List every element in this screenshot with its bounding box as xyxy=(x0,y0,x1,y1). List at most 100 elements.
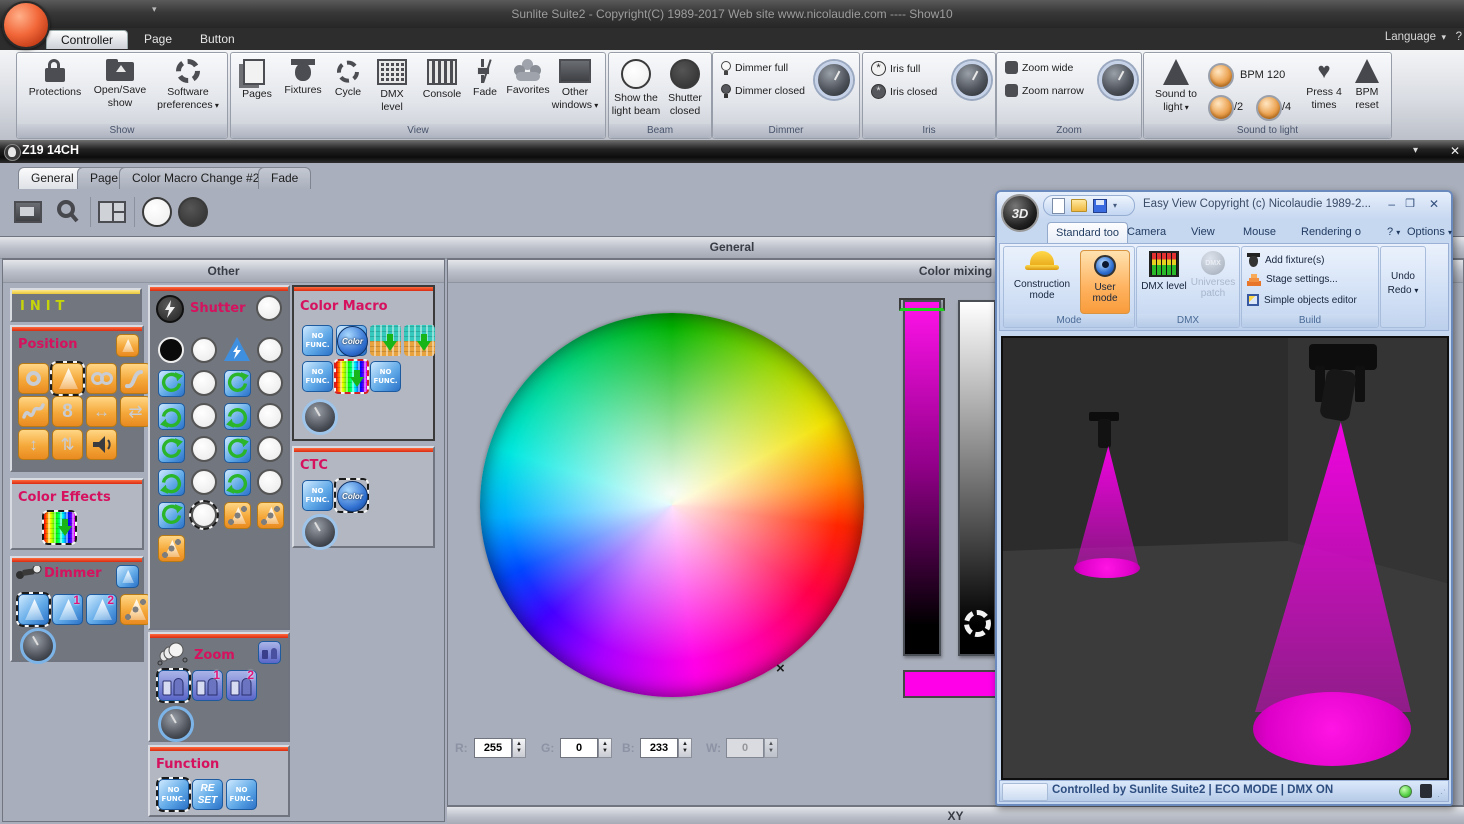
tab-color-macro-change[interactable]: Color Macro Change #2 xyxy=(119,167,273,189)
easy-view-tab-view[interactable]: View xyxy=(1183,222,1223,242)
layout-icon[interactable] xyxy=(98,201,126,223)
shutter-rotate-button[interactable] xyxy=(158,469,185,496)
color-macro-chart-button[interactable] xyxy=(370,325,401,356)
dimmer-section-knob[interactable] xyxy=(20,628,56,664)
bpm-reset-button[interactable]: BPM reset xyxy=(1346,59,1388,111)
ctc-no-func-button[interactable]: NO FUNC. xyxy=(302,480,333,511)
shutter-open-preset-button[interactable] xyxy=(191,337,217,363)
dimmer-preset-mini-button[interactable] xyxy=(116,565,139,588)
dimmer-full-button[interactable]: Dimmer full xyxy=(721,61,788,75)
color-macro-knob[interactable] xyxy=(302,399,338,435)
zoom-button-1[interactable]: 1 xyxy=(192,668,223,701)
shutter-open-preset-button[interactable] xyxy=(191,436,217,462)
shutter-open-preset-button[interactable] xyxy=(191,370,217,396)
press-4-times-button[interactable]: ♥ Press 4 times xyxy=(1300,59,1348,111)
zoom-button-selected[interactable] xyxy=(156,668,191,703)
fixtures-button[interactable]: Fixtures xyxy=(279,59,327,97)
color-effects-rainbow-button[interactable] xyxy=(42,510,77,545)
r-input[interactable] xyxy=(474,738,512,758)
dimmer-closed-button[interactable]: Dimmer closed xyxy=(721,84,805,98)
dimmer-beam-button-selected[interactable] xyxy=(16,592,51,627)
zoom-knob[interactable] xyxy=(1099,61,1137,99)
position-double-vertical-arrow-button[interactable]: ⇅ xyxy=(52,429,83,460)
add-fixtures-button[interactable]: Add fixture(s) xyxy=(1247,253,1324,268)
easy-view-tab-camera[interactable]: Camera xyxy=(1119,222,1174,242)
position-circle-button[interactable] xyxy=(18,363,49,394)
shutter-rotate-button[interactable] xyxy=(158,502,185,529)
g-spinner[interactable]: ▲ ▼ xyxy=(598,738,612,758)
fader-settings-gear-icon[interactable] xyxy=(964,610,991,637)
fixture-window-chevron-icon[interactable]: ▾ xyxy=(1413,145,1418,156)
shutter-rotate-button[interactable] xyxy=(158,403,185,430)
sound-to-light-button[interactable]: Sound to light ▾ xyxy=(1148,59,1204,113)
dimmer-beam-button-1[interactable]: 1 xyxy=(52,593,83,625)
resize-grip-icon[interactable]: ⋰ xyxy=(1437,788,1446,799)
bpm-div4-led-button[interactable] xyxy=(1256,95,1282,121)
shutter-open-preset-button[interactable] xyxy=(257,337,283,363)
easy-view-3d-logo-button[interactable]: 3D xyxy=(1001,194,1039,232)
open-folder-icon[interactable] xyxy=(1071,199,1087,212)
position-sound-button[interactable] xyxy=(86,429,117,460)
easy-view-tab-mouse[interactable]: Mouse xyxy=(1235,222,1284,242)
simple-objects-editor-button[interactable]: Simple objects editor xyxy=(1247,294,1357,306)
zoom-preset-mini-button[interactable] xyxy=(258,641,281,664)
user-mode-button[interactable]: User mode xyxy=(1080,250,1130,314)
ctc-knob[interactable] xyxy=(302,514,338,550)
easy-view-maximize-icon[interactable]: ❒ xyxy=(1405,197,1415,210)
shutter-closed-button[interactable]: Shutter closed xyxy=(661,59,709,117)
shutter-open-preset-button[interactable] xyxy=(257,403,283,429)
strobe-preset-button[interactable] xyxy=(224,337,250,361)
shutter-open-preset-button[interactable] xyxy=(191,469,217,495)
shutter-rotate-button[interactable] xyxy=(158,436,185,463)
b-spinner[interactable]: ▲ ▼ xyxy=(678,738,692,758)
fixture-small-head[interactable] xyxy=(1098,419,1111,448)
shutter-open-preset-button[interactable] xyxy=(257,370,283,396)
shutter-beam-chase-button[interactable] xyxy=(257,502,284,529)
position-two-circles-button[interactable] xyxy=(86,363,117,394)
color-macro-no-func-button[interactable]: NO FUNC. xyxy=(302,361,333,392)
shutter-open-preset-button[interactable] xyxy=(191,403,217,429)
dimmer-chase-button[interactable] xyxy=(120,594,151,625)
shutter-open-mini-button[interactable] xyxy=(256,295,282,321)
compact-view-icon[interactable] xyxy=(14,201,42,223)
help-menu[interactable]: ? xyxy=(1456,31,1462,43)
language-menu[interactable]: Language xyxy=(1385,31,1436,43)
color-intensity-fader[interactable] xyxy=(903,300,941,656)
zoom-section-knob[interactable] xyxy=(158,706,194,742)
position-preset-mini-button[interactable] xyxy=(116,334,139,357)
position-vertical-arrow-button[interactable]: ↕ xyxy=(18,429,49,460)
position-figure8-button[interactable]: 8 xyxy=(52,396,83,427)
position-double-horizontal-arrow-button[interactable]: ⇄ xyxy=(120,396,151,427)
shutter-closed-preset-button[interactable] xyxy=(158,337,184,363)
shutter-rotate-button[interactable] xyxy=(224,403,251,430)
b-input[interactable] xyxy=(640,738,678,758)
easy-view-tab-standard[interactable]: Standard too xyxy=(1047,222,1128,243)
zoom-wide-button[interactable]: Zoom wide xyxy=(1005,61,1073,74)
iris-closed-button[interactable]: * Iris closed xyxy=(871,84,937,99)
construction-mode-button[interactable]: Construction mode xyxy=(1010,251,1074,301)
save-icon[interactable] xyxy=(1093,198,1107,213)
zoom-button-2[interactable]: 2 xyxy=(226,668,257,701)
function-reset-button[interactable]: RE SET xyxy=(192,779,223,810)
stage-3d-viewport[interactable] xyxy=(1001,336,1449,780)
other-windows-button[interactable]: Other windows ▾ xyxy=(547,59,603,111)
quick-access-chevron-icon[interactable]: ▾ xyxy=(152,4,157,15)
fade-button[interactable]: Fade xyxy=(467,59,503,99)
fixture-window-close-icon[interactable]: ✕ xyxy=(1450,144,1460,158)
easy-view-close-icon[interactable]: ✕ xyxy=(1429,197,1439,211)
tab-button[interactable]: Button xyxy=(186,30,249,48)
magnifier-icon[interactable] xyxy=(56,199,80,225)
dimmer-beam-button-2[interactable]: 2 xyxy=(86,593,117,625)
color-macro-no-func-button[interactable]: NO FUNC. xyxy=(302,325,333,356)
new-document-icon[interactable] xyxy=(1052,197,1065,214)
software-preferences-button[interactable]: Software preferences ▾ xyxy=(151,59,225,111)
tab-controller[interactable]: Controller xyxy=(46,30,129,49)
beam-open-toolbar-button[interactable] xyxy=(142,197,172,227)
color-fader-handle[interactable] xyxy=(899,298,945,311)
function-no-func-button[interactable]: NO FUNC. xyxy=(226,779,257,810)
universes-patch-button[interactable]: DMX Universes patch xyxy=(1189,251,1237,299)
iris-knob[interactable] xyxy=(953,61,991,99)
language-chevron-icon[interactable]: ▾ xyxy=(1441,32,1446,43)
position-squiggle-button[interactable] xyxy=(18,396,49,427)
undo-button[interactable]: Undo xyxy=(1381,271,1425,282)
